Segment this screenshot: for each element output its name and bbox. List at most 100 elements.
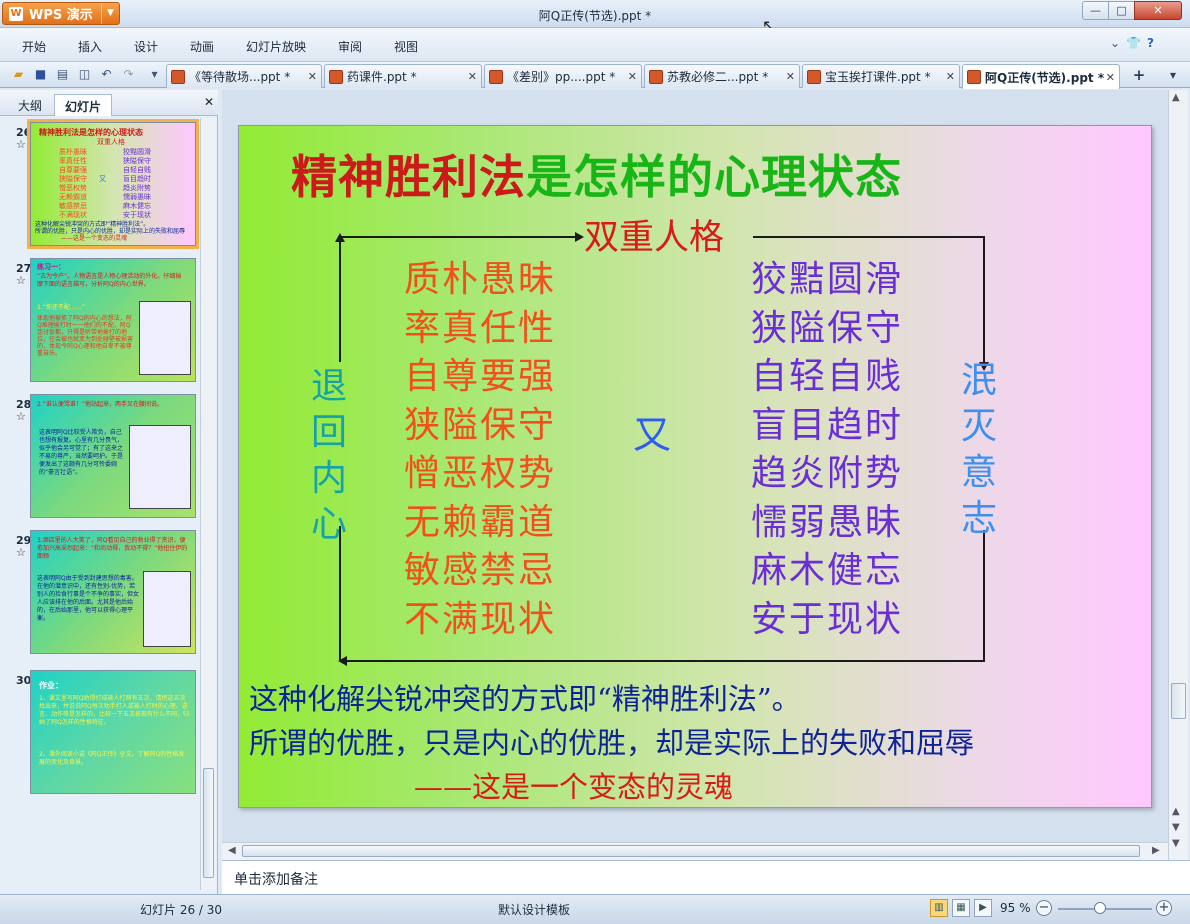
thumb-right-trait-6: 懦弱愚昧 (123, 193, 151, 201)
zoom-out-icon[interactable]: − (1036, 900, 1052, 916)
slide-thumbnail-29[interactable]: 3.酒店里的人大笑了，阿Q看见自己的勃业得了赏识，便愈加兴高采烈起来：“和尚动得… (30, 530, 196, 654)
open-folder-icon[interactable]: ▰ (10, 66, 27, 83)
horizontal-scrollbar[interactable]: ◀ ▶ (222, 842, 1168, 860)
middle-connector-text[interactable]: 又 (633, 404, 671, 459)
customize-dropdown-icon[interactable]: ▾ (146, 66, 163, 83)
scroll-up-icon[interactable]: ▲ (1172, 92, 1180, 103)
thumb-bottom-2: 所谓的优胜，只是内心的优胜，却是实际上的失败和屈辱 (35, 228, 186, 235)
frame-line-bottom (347, 660, 985, 662)
left-trait-1: 质朴愚昧 (404, 259, 557, 300)
frame-line-top-right (753, 236, 983, 238)
doc-tab-2[interactable]: 药课件.ppt * ✕ (324, 64, 482, 88)
scroll-right-icon[interactable]: ▶ (1152, 845, 1160, 856)
menu-animation[interactable]: 动画 (190, 38, 214, 55)
close-icon[interactable]: ✕ (468, 70, 477, 83)
new-tab-button[interactable]: + (1124, 66, 1154, 86)
save-icon[interactable]: ■ (32, 66, 49, 83)
doc-tab-label: 《等待散场...ppt * (189, 70, 291, 84)
title-green-part: 是怎样的心理状态 (526, 150, 902, 204)
panel-tabs: 大纲 幻灯片 ✕ (0, 90, 218, 116)
thumb-left-trait-1: 质朴愚昧 (59, 148, 87, 156)
scroll-up-icon[interactable]: ▲ (1172, 806, 1180, 817)
slide-title[interactable]: 精神胜利法是怎样的心理状态 (291, 141, 902, 207)
thumb-text: 2、课外阅读小说《阿Q正传》全文，了解阿Q的性格发展的变化及背景。 (39, 751, 185, 766)
left-traits-column[interactable]: 质朴愚昧 率真任性 自尊要强 狭隘保守 憎恶权势 无赖霸道 敏感禁忌 不满现状 (404, 256, 556, 644)
thumb-text: “古为今产”。人物语言是人物心理活动的外化。仔细揣摩下面的语言描写，分析阿Q的内… (37, 273, 182, 288)
left-trait-3: 自尊要强 (404, 356, 557, 397)
print-preview-icon[interactable]: ◫ (76, 66, 93, 83)
normal-view-icon[interactable]: ▥ (930, 899, 948, 917)
shirt-icon[interactable]: 👕 (1126, 36, 1141, 50)
doc-tab-5[interactable]: 宝玉挨打课件.ppt * ✕ (802, 64, 960, 88)
slide-thumbnail-30[interactable]: 作业： 1、课文里写阿Q劝得打成被人打两有五次，请把这五次找出来，并说说阿Q每次… (30, 670, 196, 794)
slide-sorter-icon[interactable]: ▦ (952, 899, 970, 917)
left-trait-8: 不满现状 (404, 598, 557, 640)
tab-slides[interactable]: 幻灯片 (54, 94, 113, 116)
close-icon[interactable]: ✕ (308, 70, 317, 83)
doc-tab-active[interactable]: 阿Q正传(节选).ppt * ✕ (962, 64, 1120, 89)
close-icon[interactable]: ✕ (946, 70, 955, 83)
thumb-right-col: 狡黠圆滑 狭隘保守 自轻自贱 盲目趋时 趋炎附势 懦弱愚昧 麻木健忘 安于现状 (123, 148, 151, 220)
tab-outline[interactable]: 大纲 (8, 94, 52, 116)
slide-thumbnail-28[interactable]: 2.“谁认便骂谁！”他站起来，两手叉在腰间说。 这表明阿Q比较受人欺负，自己也想… (30, 394, 196, 518)
scroll-down-icon[interactable]: ▼ (1172, 822, 1180, 833)
slideshow-icon[interactable]: ▶ (974, 899, 992, 917)
left-vertical-text[interactable]: 退回内心 (307, 364, 351, 548)
minimize-button[interactable]: — (1082, 1, 1109, 20)
ppt-file-icon (489, 69, 503, 84)
zoom-slider-handle[interactable] (1094, 902, 1107, 914)
chevron-down-icon[interactable]: ▼ (101, 3, 119, 24)
scroll-down-icon[interactable]: ▼ (1172, 838, 1180, 849)
thumb-middle: 又 (99, 175, 106, 183)
right-traits-column[interactable]: 狡黠圆滑 狭隘保守 自轻自贱 盲目趋时 趋炎附势 懦弱愚昧 麻木健忘 安于现状 (751, 256, 903, 644)
chevron-down-icon[interactable]: ⌄ (1110, 36, 1120, 50)
left-trait-4: 狭隘保守 (404, 404, 557, 446)
zoom-in-icon[interactable]: + (1156, 900, 1172, 916)
ppt-file-icon (967, 70, 981, 84)
doc-tab-3[interactable]: 《差别》pp....ppt * ✕ (484, 64, 642, 88)
close-icon[interactable]: ✕ (204, 95, 214, 109)
right-vertical-text[interactable]: 泯灭意志 (957, 358, 1001, 542)
slide-vertical-scrollbar[interactable]: ▲ ▲ ▼ ▼ (1168, 90, 1188, 860)
doc-tab-label: 阿Q正传(节选).ppt * (985, 70, 1105, 85)
menu-slideshow[interactable]: 幻灯片放映 (246, 38, 306, 55)
frame-line-top-left (339, 236, 575, 238)
wps-app-button[interactable]: W WPS 演示 ▼ (2, 2, 120, 25)
frame-line-right-upper (983, 236, 985, 362)
menu-insert[interactable]: 插入 (78, 38, 102, 55)
slide-subtitle[interactable]: 双重人格 (584, 209, 724, 260)
scrollbar-thumb[interactable] (203, 768, 214, 878)
conclusion-text[interactable]: 这种化解尖锐冲突的方式即“精神胜利法”。 所谓的优胜，只是内心的优胜，却是实际上… (249, 676, 974, 808)
close-button[interactable]: ✕ (1134, 1, 1182, 20)
menu-view[interactable]: 视图 (394, 38, 418, 55)
close-icon[interactable]: ✕ (1106, 71, 1115, 84)
maximize-button[interactable]: □ (1108, 1, 1135, 20)
title-bar: 阿Q正传(节选).ppt * W WPS 演示 ▼ ↖ — □ ✕ (0, 0, 1190, 35)
thumb-left-trait-5: 憎恶权势 (59, 184, 87, 192)
slide-thumbnail-26[interactable]: 精神胜利法是怎样的心理状态 双重人格 质朴愚昧 率真任性 自尊要强 狭隘保守 憎恶权势无… (27, 119, 199, 249)
current-slide[interactable]: 精神胜利法是怎样的心理状态 双重人格 退回内心 泯灭意志 质朴愚昧 率真任性 自尊要… (238, 125, 1152, 808)
close-icon[interactable]: ✕ (628, 70, 637, 83)
slide-thumbnail-27[interactable]: 练习一： “古为今产”。人物语言是人物心理活动的外化。仔细揣摩下面的语言描写，分… (30, 258, 196, 382)
menu-design[interactable]: 设计 (134, 38, 158, 55)
scrollbar-thumb[interactable] (242, 845, 1140, 857)
thumbnail-scrollbar[interactable] (200, 118, 216, 890)
arrow-right-icon (575, 232, 584, 242)
tab-list-dropdown[interactable]: ▾ (1160, 66, 1186, 86)
window-title: 阿Q正传(节选).ppt * (538, 9, 652, 23)
menu-review[interactable]: 审阅 (338, 38, 362, 55)
close-icon[interactable]: ✕ (786, 70, 795, 83)
zoom-level[interactable]: 95 % (1000, 901, 1031, 915)
undo-icon[interactable]: ↶ (98, 66, 115, 83)
notes-pane[interactable]: 单击添加备注 (222, 860, 1190, 894)
help-icon[interactable]: ? (1147, 36, 1154, 50)
print-icon[interactable]: ▤ (54, 66, 71, 83)
redo-icon[interactable]: ↷ (120, 66, 137, 83)
ppt-file-icon (649, 69, 663, 84)
scroll-left-icon[interactable]: ◀ (228, 845, 236, 856)
scrollbar-thumb[interactable] (1171, 683, 1186, 719)
doc-tab-1[interactable]: 《等待散场...ppt * ✕ (166, 64, 322, 88)
thumb-heading: 练习一： (37, 263, 65, 271)
menu-home[interactable]: 开始 (22, 38, 46, 55)
doc-tab-4[interactable]: 苏教必修二...ppt * ✕ (644, 64, 800, 88)
